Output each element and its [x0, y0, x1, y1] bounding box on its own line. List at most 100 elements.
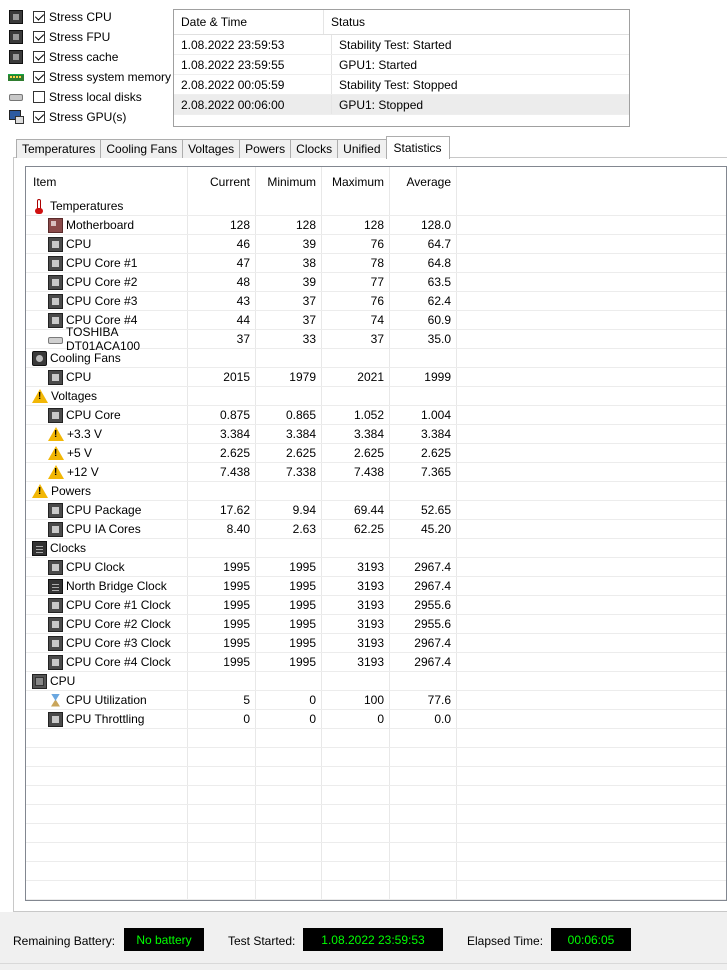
tab-clocks[interactable]: Clocks	[290, 139, 339, 158]
cpu-chip-icon	[48, 312, 63, 328]
table-row[interactable]: CPU Core #3 43 37 76 62.4	[26, 292, 726, 311]
current-cell: 46	[236, 237, 250, 251]
stress-option-label[interactable]: Stress system memory	[49, 70, 171, 84]
maximum-header[interactable]: Maximum	[321, 167, 389, 197]
stress-option-3[interactable]: Stress system memory	[8, 68, 171, 86]
log-row[interactable]: 2.08.2022 00:06:00 GPU1: Stopped	[174, 95, 629, 115]
cpu-chip-icon	[48, 521, 63, 537]
item-cell: Powers	[26, 482, 187, 500]
table-row[interactable]: TOSHIBA DT01ACA100 37 33 37 35.0	[26, 325, 726, 353]
stress-option-label[interactable]: Stress local disks	[49, 90, 142, 104]
current-header[interactable]: Current	[187, 167, 255, 197]
group-row[interactable]: Temperatures	[26, 197, 726, 216]
table-row[interactable]: +12 V 7.438 7.338 7.438 7.365	[26, 463, 726, 482]
status-column-header[interactable]: Status	[324, 10, 629, 34]
minimum-cell: 37	[302, 294, 316, 308]
group-row[interactable]: Clocks	[26, 539, 726, 558]
stress-option-5[interactable]: Stress GPU(s)	[8, 108, 126, 126]
table-row[interactable]: CPU Core #4 Clock 1995 1995 3193 2967.4	[26, 653, 726, 672]
stress-option-4[interactable]: Stress local disks	[8, 88, 142, 106]
table-row[interactable]: CPU 46 39 76 64.7	[26, 235, 726, 254]
warning-icon	[48, 446, 64, 460]
stress-checkbox[interactable]	[33, 71, 45, 83]
average-cell: 60.9	[427, 313, 451, 327]
minimum-header[interactable]: Minimum	[255, 167, 321, 197]
table-row[interactable]: CPU Package 17.62 9.94 69.44 52.65	[26, 501, 726, 520]
stress-option-label[interactable]: Stress CPU	[49, 10, 112, 24]
table-row[interactable]: +3.3 V 3.384 3.384 3.384 3.384	[26, 425, 726, 444]
minimum-cell: 7.338	[285, 465, 316, 479]
group-row[interactable]: Powers	[26, 482, 726, 501]
stress-option-2[interactable]: Stress cache	[8, 48, 118, 66]
table-row[interactable]: CPU Core #3 Clock 1995 1995 3193 2967.4	[26, 634, 726, 653]
table-row[interactable]: CPU Core 0.875 0.865 1.052 1.004	[26, 406, 726, 425]
tab-temperatures[interactable]: Temperatures	[16, 139, 102, 158]
cpu-chip-icon	[48, 407, 63, 423]
monitor-icon	[8, 109, 24, 125]
item-label: CPU Throttling	[66, 712, 145, 726]
tab-statistics[interactable]: Statistics	[385, 136, 450, 159]
log-row[interactable]: 1.08.2022 23:59:53 Stability Test: Starte…	[174, 35, 629, 55]
log-status-cell: GPU1: Stopped	[339, 97, 424, 112]
minimum-cell: 1995	[289, 598, 316, 612]
fpu-chip-icon	[8, 29, 24, 45]
stress-checkbox[interactable]	[33, 51, 45, 63]
stress-checkbox[interactable]	[33, 91, 45, 103]
maximum-cell: 1.052	[353, 408, 384, 422]
table-row[interactable]: CPU Utilization 5 0 100 77.6	[26, 691, 726, 710]
empty-row	[26, 805, 726, 824]
motherboard-icon	[48, 217, 63, 233]
statistics-grid[interactable]: Item Current Minimum Maximum Average Tem…	[25, 166, 727, 901]
table-row[interactable]: CPU Core #2 Clock 1995 1995 3193 2955.6	[26, 615, 726, 634]
stress-checkbox[interactable]	[33, 31, 45, 43]
table-row[interactable]: CPU Core #2 48 39 77 63.5	[26, 273, 726, 292]
tab-powers[interactable]: Powers	[239, 139, 292, 158]
stress-option-1[interactable]: Stress FPU	[8, 28, 110, 46]
group-row[interactable]: Cooling Fans	[26, 349, 726, 368]
maximum-cell: 69.44	[353, 503, 384, 517]
item-label: North Bridge Clock	[66, 579, 167, 593]
table-row[interactable]: CPU Core #1 Clock 1995 1995 3193 2955.6	[26, 596, 726, 615]
group-row[interactable]: CPU	[26, 672, 726, 691]
current-cell: 2015	[223, 370, 250, 384]
maximum-cell: 37	[370, 332, 384, 346]
cpu-chip-icon	[48, 635, 63, 651]
tab-cooling-fans[interactable]: Cooling Fans	[100, 139, 184, 158]
current-cell: 43	[236, 294, 250, 308]
maximum-cell: 3193	[357, 579, 384, 593]
table-row[interactable]: CPU Throttling 0 0 0 0.0	[26, 710, 726, 729]
item-label: CPU Core #2	[66, 275, 138, 289]
group-row[interactable]: Voltages	[26, 387, 726, 406]
table-row[interactable]: Motherboard 128 128 128 128.0	[26, 216, 726, 235]
log-row[interactable]: 2.08.2022 00:05:59 Stability Test: Stoppe…	[174, 75, 629, 95]
table-row[interactable]: +5 V 2.625 2.625 2.625 2.625	[26, 444, 726, 463]
datetime-column-header[interactable]: Date & Time	[174, 10, 324, 34]
minimum-cell: 0.865	[285, 408, 316, 422]
current-cell: 17.62	[219, 503, 250, 517]
tab-unified[interactable]: Unified	[337, 139, 387, 158]
log-row[interactable]: 1.08.2022 23:59:55 GPU1: Started	[174, 55, 629, 75]
item-cell: CPU Package	[26, 501, 187, 519]
table-row[interactable]: CPU Core #1 47 38 78 64.8	[26, 254, 726, 273]
table-row[interactable]: CPU IA Cores 8.40 2.63 62.25 45.20	[26, 520, 726, 539]
stress-option-label[interactable]: Stress GPU(s)	[49, 110, 126, 124]
table-row[interactable]: CPU 2015 1979 2021 1999	[26, 368, 726, 387]
stress-checkbox[interactable]	[33, 11, 45, 23]
log-datetime-cell: 2.08.2022 00:05:59	[174, 75, 332, 94]
stress-checkbox[interactable]	[33, 111, 45, 123]
stress-option-label[interactable]: Stress cache	[49, 50, 118, 64]
item-cell: Motherboard	[26, 216, 187, 234]
table-row[interactable]: CPU Clock 1995 1995 3193 2967.4	[26, 558, 726, 577]
item-header[interactable]: Item	[26, 167, 187, 197]
stress-option-label[interactable]: Stress FPU	[49, 30, 110, 44]
stress-option-0[interactable]: Stress CPU	[8, 8, 112, 26]
minimum-cell: 1995	[289, 560, 316, 574]
item-label: CPU Core #2 Clock	[66, 617, 171, 631]
table-row[interactable]: North Bridge Clock 1995 1995 3193 2967.4	[26, 577, 726, 596]
item-cell: CPU Core #3 Clock	[26, 634, 187, 652]
minimum-cell: 37	[302, 313, 316, 327]
current-cell: 37	[236, 332, 250, 346]
average-header[interactable]: Average	[389, 167, 456, 197]
statistics-header: Item Current Minimum Maximum Average	[26, 167, 456, 197]
tab-voltages[interactable]: Voltages	[182, 139, 241, 158]
